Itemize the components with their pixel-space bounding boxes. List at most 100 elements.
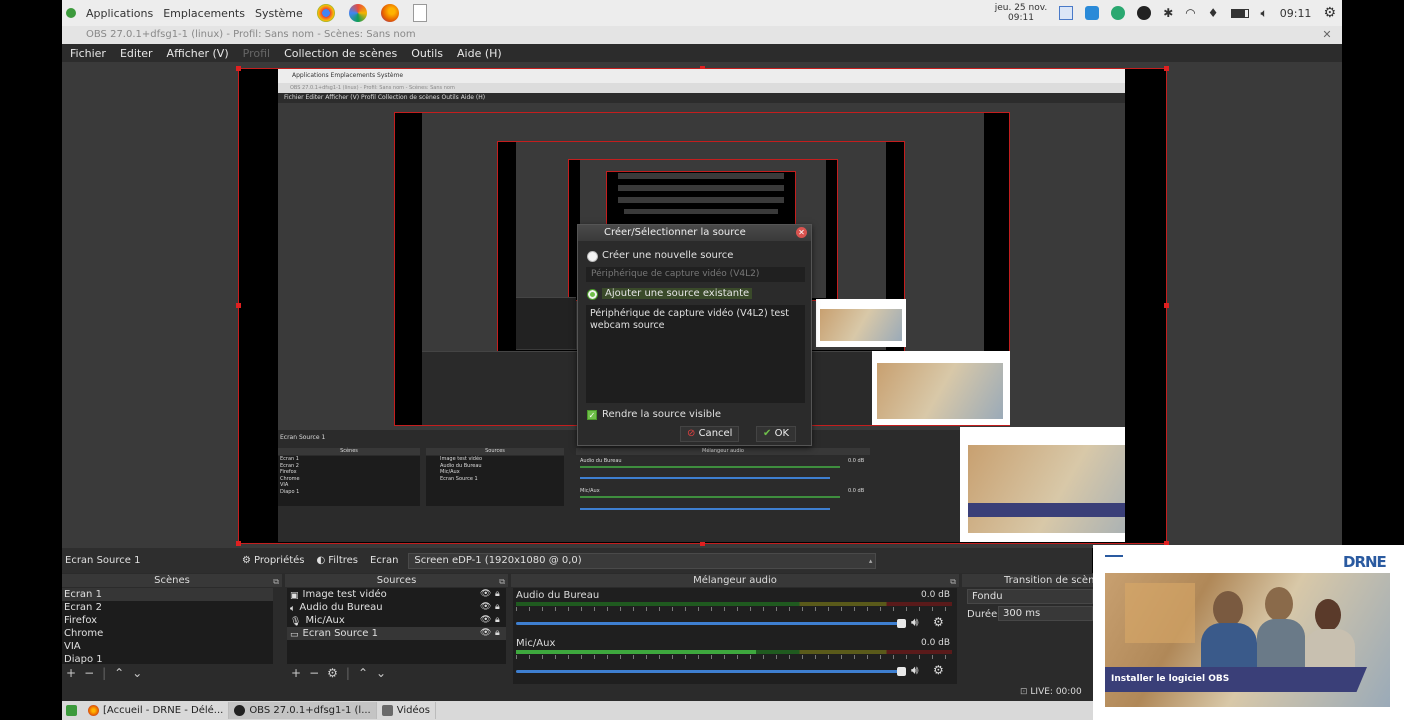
cancel-button[interactable]: ⊘ Cancel xyxy=(680,426,740,442)
undock-icon[interactable]: ⧉ xyxy=(950,575,956,588)
speaker-icon[interactable]: 🔊︎ xyxy=(911,663,919,678)
existing-sources-list[interactable]: Périphérique de capture vidéo (V4L2) tes… xyxy=(586,305,805,403)
source-item[interactable]: ▭ Ecran Source 1 👁︎ 🔒︎ xyxy=(287,627,506,640)
volume-slider[interactable] xyxy=(516,622,906,625)
resize-handle[interactable] xyxy=(1164,303,1169,308)
audio-level-meter xyxy=(516,650,952,654)
existing-source-item[interactable]: Périphérique de capture vidéo (V4L2) tes… xyxy=(590,308,801,320)
volume-slider[interactable] xyxy=(516,670,906,673)
undock-icon[interactable]: ⧉ xyxy=(273,575,279,588)
source-item[interactable]: 🎙︎ Mic/Aux 👁︎ 🔒︎ xyxy=(287,614,506,627)
sync-icon[interactable] xyxy=(1085,6,1100,20)
scene-item[interactable]: Firefox xyxy=(62,614,273,627)
move-up-icon[interactable]: ⌃ xyxy=(358,666,368,680)
resize-handle[interactable] xyxy=(1164,66,1169,71)
menu-tools[interactable]: Outils xyxy=(411,47,443,60)
lock-icon[interactable]: 🔒︎ xyxy=(495,627,500,640)
volume-icon[interactable]: 🔈︎ xyxy=(1261,6,1268,21)
dialog-title: Créer/Sélectionner la source xyxy=(604,227,746,238)
menu-edit[interactable]: Editer xyxy=(120,47,153,60)
visibility-eye-icon[interactable]: 👁︎ xyxy=(480,588,491,601)
source-properties-gear-icon[interactable]: ⚙ xyxy=(327,666,338,680)
duration-input[interactable]: 300 ms xyxy=(998,606,1093,621)
resize-handle[interactable] xyxy=(236,66,241,71)
remove-scene-icon[interactable]: − xyxy=(84,666,94,680)
scene-item[interactable]: VIA xyxy=(62,640,273,653)
resize-handle[interactable] xyxy=(236,303,241,308)
window-close-icon[interactable]: ✕ xyxy=(1318,28,1336,42)
sources-list[interactable]: ▣ Image test vidéo 👁︎ 🔒︎ 🔈︎ Audio du Bureau 👁︎… xyxy=(287,588,506,664)
scene-item[interactable]: Ecran 1 xyxy=(62,588,273,601)
scenes-list[interactable]: Ecran 1 Ecran 2 Firefox Chrome VIA Diapo 1 xyxy=(62,588,273,666)
firefox-launcher-icon[interactable] xyxy=(380,4,399,22)
ok-button[interactable]: ✔ OK xyxy=(756,426,797,442)
speaker-icon[interactable]: 🔊︎ xyxy=(911,615,919,630)
bluetooth-icon[interactable]: ✱ xyxy=(1163,6,1173,20)
volume-slider-knob[interactable] xyxy=(897,667,906,676)
existing-source-item-continued[interactable]: webcam source xyxy=(590,320,801,332)
menu-places[interactable]: Emplacements xyxy=(163,7,245,20)
mixer-header: Mélangeur audio ⧉ xyxy=(511,574,959,587)
move-up-icon[interactable]: ⌃ xyxy=(114,666,124,680)
app-indicator-icon[interactable] xyxy=(1137,6,1152,20)
lock-icon[interactable]: 🔒︎ xyxy=(495,588,500,601)
menu-applications[interactable]: Applications xyxy=(86,7,153,20)
make-visible-label[interactable]: Rendre la source visible xyxy=(602,409,721,420)
add-existing-radio[interactable] xyxy=(587,289,598,300)
volume-slider-knob[interactable] xyxy=(897,619,906,628)
filters-button[interactable]: ◐ Filtres xyxy=(317,555,359,566)
menu-system[interactable]: Système xyxy=(255,7,303,20)
mixer-gear-icon[interactable]: ⚙ xyxy=(933,663,944,677)
lock-icon[interactable]: 🔒︎ xyxy=(495,601,500,614)
scene-item[interactable]: Chrome xyxy=(62,627,273,640)
taskbar-task[interactable]: Vidéos xyxy=(377,702,436,719)
move-down-icon[interactable]: ⌄ xyxy=(376,666,386,680)
transition-type-select[interactable]: Fondu xyxy=(967,589,1093,604)
lock-icon[interactable]: 🔒︎ xyxy=(495,614,500,627)
nested-mixer-db: 0.0 dB xyxy=(848,458,865,464)
source-item[interactable]: ▣ Image test vidéo 👁︎ 🔒︎ xyxy=(287,588,506,601)
visibility-eye-icon[interactable]: 👁︎ xyxy=(480,614,491,627)
shield-icon[interactable] xyxy=(1111,6,1126,20)
menu-file[interactable]: Fichier xyxy=(70,47,106,60)
create-new-radio[interactable] xyxy=(587,251,598,262)
add-existing-label[interactable]: Ajouter une source existante xyxy=(602,288,753,299)
battery-icon[interactable] xyxy=(1230,8,1249,18)
menu-profile[interactable]: Profil xyxy=(243,47,270,60)
taskbar-task[interactable]: OBS 27.0.1+dfsg1-1 (l... xyxy=(229,702,377,719)
remove-source-icon[interactable]: − xyxy=(309,666,319,680)
menu-scene-collection[interactable]: Collection de scènes xyxy=(284,47,397,60)
new-source-name-input[interactable]: Périphérique de capture vidéo (V4L2) xyxy=(586,267,805,282)
visibility-eye-icon[interactable]: 👁︎ xyxy=(480,601,491,614)
power-gear-icon[interactable]: ⚙ xyxy=(1323,5,1336,21)
properties-button[interactable]: ⚙ Propriétés xyxy=(242,555,305,566)
source-item[interactable]: 🔈︎ Audio du Bureau 👁︎ 🔒︎ xyxy=(287,601,506,614)
add-scene-icon[interactable]: + xyxy=(66,666,76,680)
move-down-icon[interactable]: ⌄ xyxy=(132,666,142,680)
calendar-icon[interactable] xyxy=(1059,6,1074,20)
show-desktop-icon[interactable] xyxy=(66,705,77,716)
menu-help[interactable]: Aide (H) xyxy=(457,47,502,60)
text-editor-launcher-icon[interactable] xyxy=(412,4,427,22)
tray-date: jeu. 25 nov. 09:11 xyxy=(994,3,1048,23)
task-label: [Accueil - DRNE - Délé... xyxy=(103,705,224,716)
create-new-label[interactable]: Créer une nouvelle source xyxy=(602,250,733,261)
screen-select[interactable]: Screen eDP-1 (1920x1080 @ 0,0) ▴▾ xyxy=(408,552,877,579)
dialog-close-icon[interactable]: ✕ xyxy=(796,227,807,238)
visibility-eye-icon[interactable]: 👁︎ xyxy=(480,627,491,640)
app-launcher-icon[interactable] xyxy=(348,4,367,22)
scene-item[interactable]: Diapo 1 xyxy=(62,653,273,666)
undock-icon[interactable]: ⧉ xyxy=(499,575,505,588)
mixer-gear-icon[interactable]: ⚙ xyxy=(933,615,944,629)
scene-item[interactable]: Ecran 2 xyxy=(62,601,273,614)
chrome-launcher-icon[interactable] xyxy=(316,4,335,22)
notifications-icon[interactable]: ♦ xyxy=(1208,6,1219,20)
left-letterbox xyxy=(0,0,62,720)
add-source-icon[interactable]: + xyxy=(291,666,301,680)
make-visible-checkbox[interactable]: ✓ xyxy=(587,410,597,420)
resize-handle[interactable] xyxy=(236,541,241,546)
menu-view[interactable]: Afficher (V) xyxy=(167,47,229,60)
wifi-icon[interactable]: ◠ xyxy=(1185,6,1195,20)
taskbar-task[interactable]: [Accueil - DRNE - Délé... xyxy=(83,702,230,719)
clock[interactable]: 09:11 xyxy=(1280,7,1312,20)
